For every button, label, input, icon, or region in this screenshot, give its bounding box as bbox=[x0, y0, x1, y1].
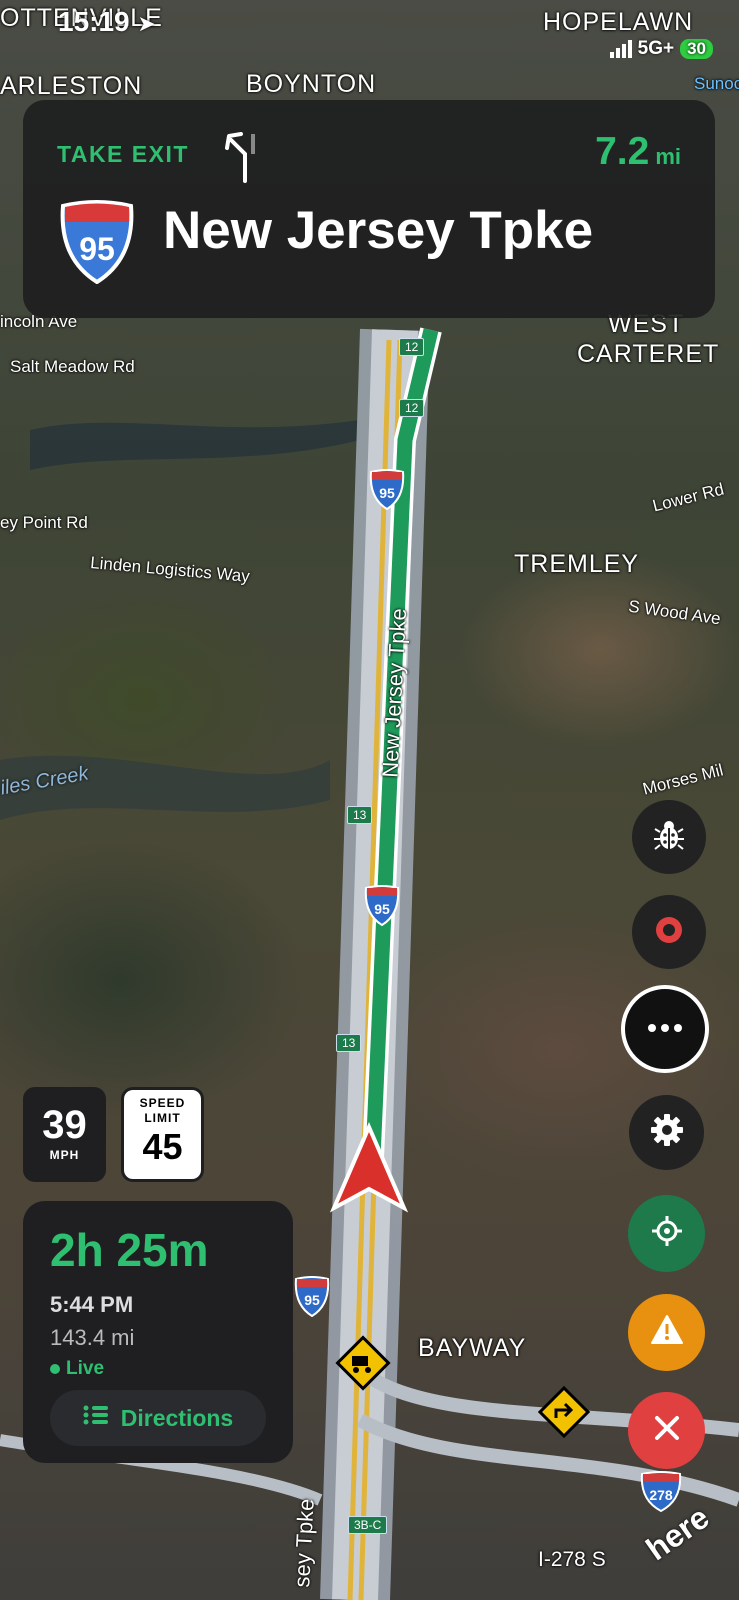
end-navigation-button[interactable] bbox=[628, 1392, 705, 1469]
more-icon bbox=[647, 1020, 683, 1038]
location-arrow-icon: ➤ bbox=[137, 11, 156, 36]
place-label: BAYWAY bbox=[418, 1334, 527, 1362]
signal-icon bbox=[609, 40, 632, 58]
close-icon bbox=[652, 1413, 682, 1448]
status-time-text: 15:19 bbox=[58, 6, 130, 37]
recenter-button[interactable] bbox=[628, 1195, 705, 1272]
street-label: Sunoc bbox=[694, 74, 739, 93]
interstate-shield-icon: 95 bbox=[59, 198, 135, 289]
eta-duration: 2h 25m bbox=[50, 1224, 209, 1276]
exit-badge: 12 bbox=[399, 338, 425, 356]
gear-icon bbox=[650, 1113, 684, 1152]
speed-limit-value: 45 bbox=[142, 1126, 183, 1167]
svg-text:95: 95 bbox=[374, 901, 390, 917]
street-label: Salt Meadow Rd bbox=[10, 357, 135, 376]
locate-icon bbox=[650, 1214, 684, 1253]
maneuver-distance: 7.2 mi bbox=[595, 130, 681, 174]
bug-icon bbox=[652, 818, 686, 857]
directions-label: Directions bbox=[120, 1404, 234, 1431]
svg-text:95: 95 bbox=[379, 485, 395, 501]
street-label: I-278 S bbox=[538, 1548, 606, 1571]
navigation-banner[interactable]: TAKE EXIT 7.2 mi 95 New Jersey Tpke bbox=[23, 100, 715, 318]
svg-text:278: 278 bbox=[649, 1487, 673, 1503]
exit-badge: 3B-C bbox=[348, 1516, 388, 1534]
interstate-shield-icon: 278 bbox=[640, 1470, 682, 1517]
speed-limit-label-line1: SPEED bbox=[139, 1096, 186, 1110]
report-hazard-button[interactable] bbox=[628, 1294, 705, 1371]
live-indicator: Live bbox=[50, 1358, 104, 1380]
interstate-shield-icon: 95 bbox=[364, 884, 400, 931]
more-button[interactable] bbox=[621, 985, 709, 1073]
eta-remaining-distance: 143.4 mi bbox=[50, 1325, 135, 1350]
alert-icon bbox=[650, 1314, 684, 1351]
exit-badge: 12 bbox=[399, 399, 425, 417]
record-button[interactable] bbox=[632, 895, 706, 969]
distance-unit: mi bbox=[655, 144, 681, 169]
exit-badge: 13 bbox=[336, 1034, 362, 1052]
network-type: 5G+ bbox=[637, 38, 675, 59]
live-dot-icon bbox=[50, 1364, 60, 1374]
interstate-shield-icon: 95 bbox=[369, 468, 405, 515]
interstate-shield-icon: 95 bbox=[294, 1275, 330, 1322]
speed-limit-sign: SPEED LIMIT 45 bbox=[121, 1087, 204, 1182]
turn-warning-icon bbox=[537, 1385, 591, 1439]
distance-value: 7.2 bbox=[595, 130, 650, 173]
speed-limit-label-line2: LIMIT bbox=[144, 1111, 181, 1125]
exit-badge: 13 bbox=[347, 806, 373, 824]
list-icon bbox=[83, 1404, 109, 1432]
place-label: BOYNTON bbox=[246, 70, 377, 98]
street-label: sey Tpke bbox=[289, 1497, 319, 1588]
status-time: 15:19 ➤ bbox=[58, 6, 156, 38]
place-label: CARTERET bbox=[577, 340, 720, 368]
svg-text:95: 95 bbox=[304, 1292, 320, 1308]
eta-panel[interactable]: 2h 25m 5:44 PM 143.4 mi Live Directions bbox=[23, 1201, 293, 1463]
battery-indicator: 30 bbox=[680, 39, 713, 59]
maneuver-label: TAKE EXIT bbox=[57, 141, 189, 167]
street-label: ey Point Rd bbox=[0, 513, 88, 532]
svg-text:95: 95 bbox=[79, 231, 115, 267]
settings-button[interactable] bbox=[629, 1095, 704, 1170]
directions-button[interactable]: Directions bbox=[50, 1390, 266, 1446]
exit-left-icon bbox=[223, 126, 273, 191]
road-name: New Jersey Tpke bbox=[163, 201, 594, 260]
speed-unit: MPH bbox=[49, 1148, 80, 1162]
place-label: HOPELAWN bbox=[543, 8, 694, 36]
status-indicators: 5G+ 30 bbox=[609, 38, 713, 60]
place-label: TREMLEY bbox=[514, 550, 640, 578]
eta-arrival-time: 5:44 PM bbox=[50, 1292, 134, 1317]
current-speed: 39 MPH bbox=[23, 1087, 106, 1182]
debug-button[interactable] bbox=[632, 800, 706, 874]
speed-limit-label: SPEED LIMIT bbox=[124, 1096, 201, 1126]
place-label: ARLESTON bbox=[0, 72, 143, 100]
speed-value: 39 bbox=[42, 1103, 87, 1147]
live-label: Live bbox=[66, 1358, 105, 1379]
record-icon bbox=[652, 913, 686, 952]
